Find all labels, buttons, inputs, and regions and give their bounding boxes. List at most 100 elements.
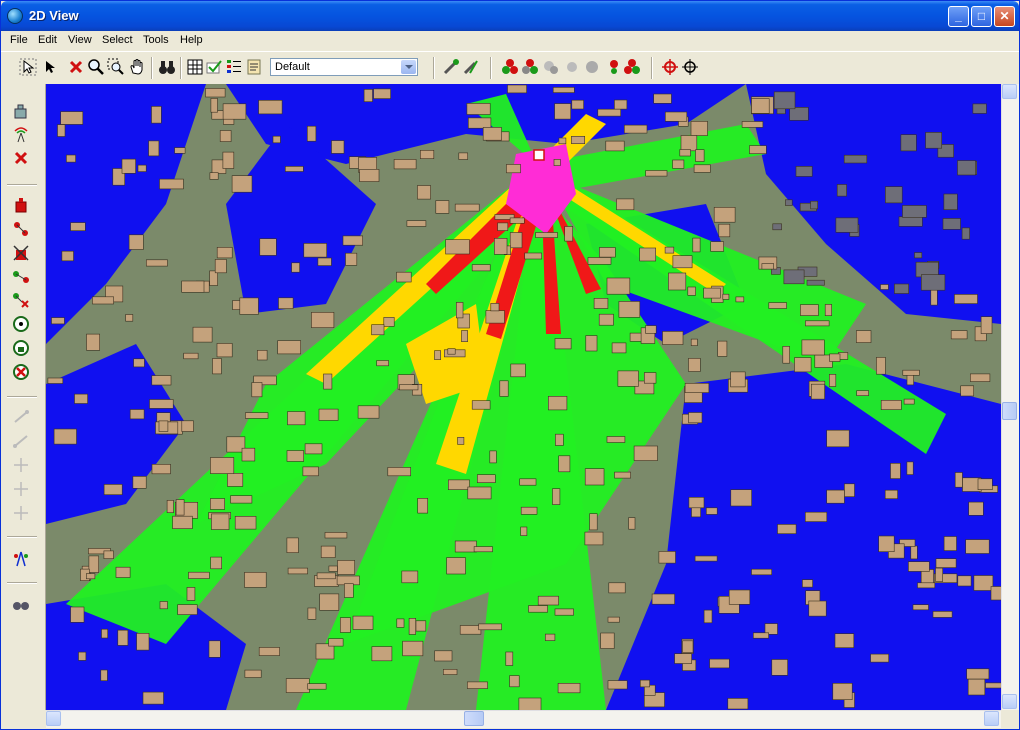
- building-footprint: [977, 478, 993, 490]
- building-footprint: [387, 467, 411, 477]
- building-footprint: [66, 154, 76, 163]
- pan-hand-icon[interactable]: [128, 58, 146, 76]
- building-footprint: [174, 147, 186, 154]
- building-footprint: [509, 675, 520, 688]
- building-footprint: [408, 617, 417, 635]
- grid-icon[interactable]: [186, 58, 204, 76]
- add-transmitter-icon[interactable]: [442, 58, 460, 76]
- green-lock-icon[interactable]: [12, 339, 30, 357]
- building-footprint: [227, 472, 244, 487]
- building-footprint: [967, 678, 986, 696]
- gray-site-icon[interactable]: [542, 58, 560, 76]
- building-footprint: [278, 297, 294, 310]
- antenna-icon[interactable]: [12, 125, 30, 143]
- chevron-down-icon[interactable]: [401, 60, 416, 74]
- building-footprint: [303, 243, 327, 258]
- menu-select[interactable]: Select: [102, 34, 133, 46]
- layer-select-value: Default: [275, 61, 310, 73]
- target-icon[interactable]: [661, 58, 679, 76]
- building-footprint: [331, 140, 345, 154]
- scroll-left-button[interactable]: [46, 711, 61, 726]
- minimize-button[interactable]: _: [948, 6, 969, 27]
- properties-icon[interactable]: [245, 58, 263, 76]
- path-icon[interactable]: [12, 268, 30, 286]
- building-footprint: [730, 371, 746, 388]
- building-footprint: [519, 478, 537, 486]
- building-footprint: [639, 247, 657, 262]
- menu-view[interactable]: View: [68, 34, 92, 46]
- gray-site3-icon[interactable]: [583, 58, 601, 76]
- window-title: 2D View: [29, 8, 79, 23]
- coverage-map[interactable]: [46, 84, 1001, 710]
- delete-link-icon[interactable]: [12, 244, 30, 262]
- building-footprint: [645, 170, 668, 177]
- close-button[interactable]: ✕: [994, 6, 1015, 27]
- maximize-button[interactable]: □: [971, 6, 992, 27]
- title-bar[interactable]: 2D View _ □ ✕: [1, 1, 1019, 31]
- check-layer-icon[interactable]: [205, 58, 223, 76]
- binoculars-icon[interactable]: [158, 58, 176, 76]
- building-footprint: [930, 289, 938, 306]
- building-footprint: [900, 134, 917, 152]
- horizontal-scrollbar[interactable]: [46, 710, 1001, 728]
- tower-icon[interactable]: [12, 550, 30, 568]
- pointer-select-icon[interactable]: [19, 58, 37, 76]
- building-footprint: [912, 604, 929, 611]
- numbered-site-icon[interactable]: [603, 58, 621, 76]
- building-footprint: [972, 103, 987, 114]
- arrow-select-icon[interactable]: [41, 58, 59, 76]
- building-footprint: [509, 217, 525, 224]
- building-footprint: [836, 184, 847, 197]
- circle-target-icon[interactable]: [12, 315, 30, 333]
- building-footprint: [272, 135, 281, 144]
- building-icon[interactable]: [12, 102, 30, 120]
- scroll-down-button[interactable]: [1002, 694, 1017, 709]
- zoom-icon[interactable]: [87, 58, 105, 76]
- scrollbar-corner: [1001, 710, 1019, 728]
- map-view[interactable]: [46, 84, 1001, 710]
- menu-help[interactable]: Help: [180, 34, 203, 46]
- red-x-icon[interactable]: [12, 149, 30, 167]
- gray-cross-icon: [14, 458, 28, 472]
- building-footprint: [192, 326, 213, 343]
- scroll-right-button[interactable]: [984, 711, 999, 726]
- building-footprint: [985, 682, 1001, 689]
- menu-file[interactable]: File: [10, 34, 28, 46]
- horizontal-scroll-thumb[interactable]: [464, 711, 484, 726]
- left-toolbar-separator: [7, 396, 37, 398]
- scroll-up-button[interactable]: [1002, 84, 1017, 99]
- building-footprint: [709, 658, 730, 669]
- binoculars-icon[interactable]: [12, 596, 30, 614]
- building-footprint: [53, 428, 77, 445]
- crosshair-icon[interactable]: [681, 58, 699, 76]
- menu-tools[interactable]: Tools: [143, 34, 169, 46]
- edit-transmitter-icon[interactable]: [462, 58, 480, 76]
- red-building-icon[interactable]: [12, 196, 30, 214]
- gray-site2-icon[interactable]: [563, 58, 581, 76]
- red-site-icon[interactable]: [623, 58, 641, 76]
- building-footprint: [773, 91, 796, 110]
- building-footprint: [205, 88, 226, 98]
- group-site-icon[interactable]: [521, 58, 539, 76]
- red-x-circle-icon[interactable]: [12, 363, 30, 381]
- menu-edit[interactable]: Edit: [38, 34, 57, 46]
- red-link-icon[interactable]: [12, 220, 30, 238]
- building-footprint: [117, 629, 129, 646]
- building-footprint: [136, 632, 150, 651]
- zoom-window-icon[interactable]: [107, 58, 125, 76]
- building-footprint: [902, 205, 927, 218]
- vertical-scrollbar[interactable]: [1001, 84, 1019, 710]
- building-footprint: [151, 375, 172, 386]
- building-footprint: [466, 103, 491, 115]
- building-footprint: [878, 535, 895, 552]
- path-delete-icon[interactable]: [12, 291, 30, 309]
- layer-select[interactable]: Default: [270, 58, 418, 76]
- site-icon[interactable]: [501, 58, 519, 76]
- building-footprint: [761, 263, 775, 270]
- building-footprint: [829, 353, 841, 362]
- building-footprint: [181, 280, 205, 293]
- delete-icon[interactable]: [67, 58, 85, 76]
- vertical-scroll-thumb[interactable]: [1002, 402, 1017, 420]
- building-footprint: [908, 561, 930, 572]
- list-icon[interactable]: [225, 58, 243, 76]
